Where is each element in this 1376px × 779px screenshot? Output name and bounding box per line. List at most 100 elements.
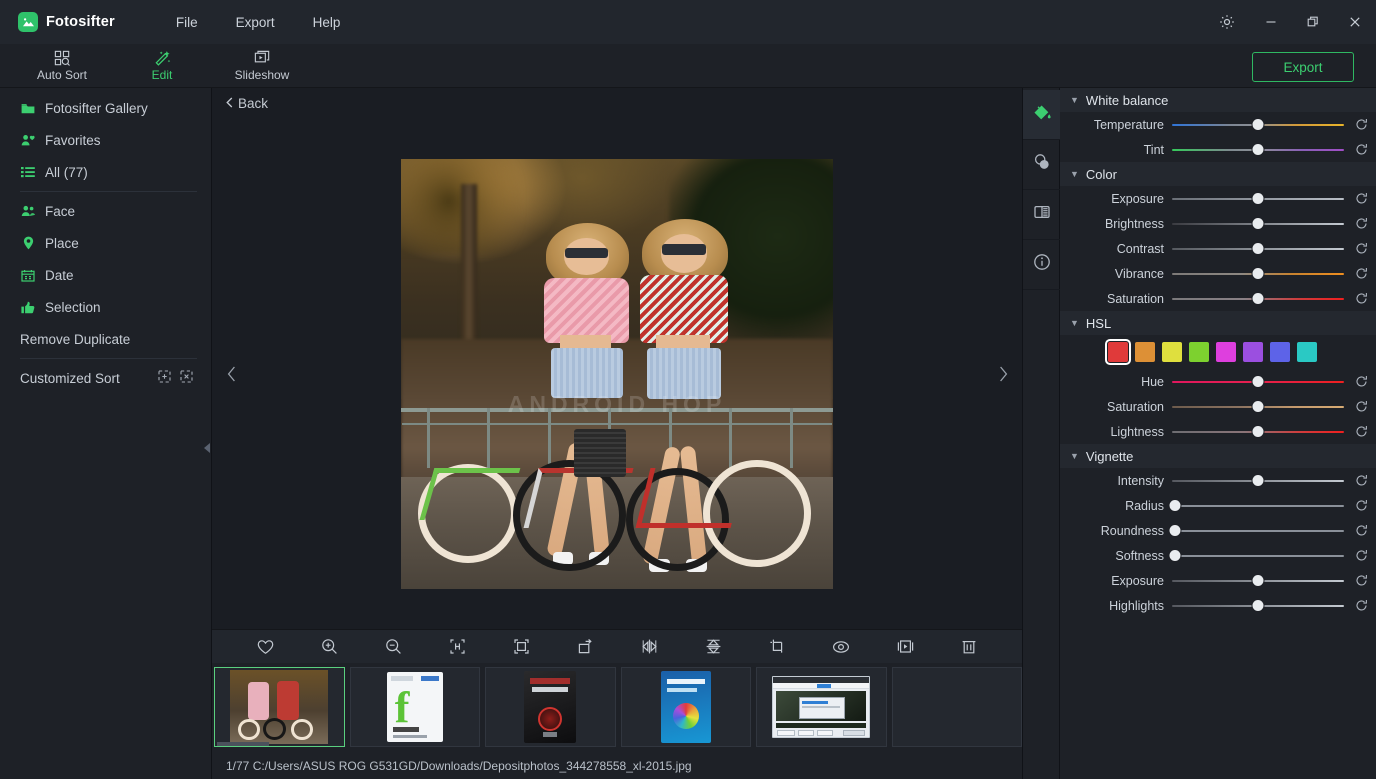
reset-icon[interactable] xyxy=(1352,375,1370,388)
rail-compare[interactable] xyxy=(1023,190,1061,240)
rotate-right-icon[interactable] xyxy=(574,636,596,658)
minimize-icon[interactable] xyxy=(1250,0,1292,44)
collapse-left-icon[interactable] xyxy=(203,426,212,470)
section-header-hsl[interactable]: ▼ HSL xyxy=(1060,311,1376,335)
vignette-highlights-slider[interactable] xyxy=(1172,599,1344,613)
play-frame-icon[interactable] xyxy=(894,636,916,658)
exposure-slider[interactable] xyxy=(1172,192,1344,206)
center-pane: Back f 1/77 C:/Users/ASUS ROG G531GD/Dow… xyxy=(212,88,1022,779)
reset-icon[interactable] xyxy=(1352,549,1370,562)
back-button[interactable]: Back xyxy=(226,96,268,111)
thumbnail-driver-booster-pro-box[interactable] xyxy=(485,667,616,747)
contrast-slider[interactable] xyxy=(1172,242,1344,256)
thumbnail-two-girls-bicycles[interactable] xyxy=(214,667,345,747)
thumbnail-partial[interactable] xyxy=(891,667,1022,747)
saturation-slider[interactable] xyxy=(1172,292,1344,306)
vignette-exposure-slider[interactable] xyxy=(1172,574,1344,588)
reset-icon[interactable] xyxy=(1352,143,1370,156)
rail-effects[interactable] xyxy=(1023,140,1061,190)
reset-icon[interactable] xyxy=(1352,292,1370,305)
thumbnail-color-wheel-box[interactable] xyxy=(620,667,751,747)
menu-file[interactable]: File xyxy=(157,9,217,36)
vignette-softness-slider[interactable] xyxy=(1169,549,1344,563)
reset-icon[interactable] xyxy=(1352,599,1370,612)
reset-icon[interactable] xyxy=(1352,474,1370,487)
sidebar-item-fotosifter-gallery[interactable]: Fotosifter Gallery xyxy=(0,92,211,124)
brightness-slider[interactable] xyxy=(1172,217,1344,231)
reset-icon[interactable] xyxy=(1352,242,1370,255)
restore-icon[interactable] xyxy=(1292,0,1334,44)
rail-adjust-color[interactable] xyxy=(1023,90,1061,140)
window-controls xyxy=(1204,0,1376,44)
swatch-cyan[interactable] xyxy=(1297,342,1317,362)
reset-icon[interactable] xyxy=(1352,118,1370,131)
reset-icon[interactable] xyxy=(1352,192,1370,205)
zoom-in-icon[interactable] xyxy=(318,636,340,658)
sidebar-item-date[interactable]: Date xyxy=(0,259,211,291)
reset-icon[interactable] xyxy=(1352,574,1370,587)
reset-icon[interactable] xyxy=(1352,267,1370,280)
slider-row-vignette-intensity: Intensity xyxy=(1060,468,1376,493)
vignette-radius-slider[interactable] xyxy=(1169,499,1344,513)
reset-icon[interactable] xyxy=(1352,524,1370,537)
swatch-red[interactable] xyxy=(1105,339,1131,365)
next-image-button[interactable] xyxy=(990,357,1016,391)
sidebar-item-selection[interactable]: Selection xyxy=(0,291,211,323)
heart-icon[interactable] xyxy=(254,636,276,658)
mode-auto-sort[interactable]: Auto Sort xyxy=(12,44,112,88)
vibrance-slider[interactable] xyxy=(1172,267,1344,281)
gear-icon[interactable] xyxy=(1204,0,1250,44)
swatch-blue[interactable] xyxy=(1270,342,1290,362)
add-sort-icon[interactable] xyxy=(158,370,171,386)
vignette-intensity-slider[interactable] xyxy=(1172,474,1344,488)
flip-horizontal-icon[interactable] xyxy=(638,636,660,658)
slider-row-lightness: Lightness xyxy=(1060,419,1376,444)
swatch-magenta[interactable] xyxy=(1216,342,1236,362)
zoom-out-icon[interactable] xyxy=(382,636,404,658)
sidebar-item-customized-sort[interactable]: Customized Sort xyxy=(0,362,211,394)
actual-size-icon[interactable] xyxy=(446,636,468,658)
temperature-slider[interactable] xyxy=(1172,118,1344,132)
reset-icon[interactable] xyxy=(1352,425,1370,438)
close-icon[interactable] xyxy=(1334,0,1376,44)
tint-slider[interactable] xyxy=(1172,143,1344,157)
split-compare-icon xyxy=(1032,202,1052,227)
sidebar-item-remove-duplicate[interactable]: Remove Duplicate xyxy=(0,323,211,355)
reset-icon[interactable] xyxy=(1352,400,1370,413)
menu-help[interactable]: Help xyxy=(294,9,360,36)
trash-icon[interactable] xyxy=(958,636,980,658)
eye-icon[interactable] xyxy=(830,636,852,658)
rail-info[interactable] xyxy=(1023,240,1061,290)
previous-image-button[interactable] xyxy=(218,357,244,391)
sidebar-item-place[interactable]: Place xyxy=(0,227,211,259)
fit-screen-icon[interactable] xyxy=(510,636,532,658)
crop-icon[interactable] xyxy=(766,636,788,658)
thumbnail-video-converter-screenshot[interactable] xyxy=(756,667,887,747)
swatch-green[interactable] xyxy=(1189,342,1209,362)
sidebar-item-face[interactable]: Face xyxy=(0,195,211,227)
sidebar-item-favorites[interactable]: Favorites xyxy=(0,124,211,156)
filmstrip-scrollbar[interactable] xyxy=(217,742,269,746)
swatch-yellow[interactable] xyxy=(1162,342,1182,362)
lightness-slider[interactable] xyxy=(1172,425,1344,439)
mode-edit[interactable]: Edit xyxy=(112,44,212,88)
mode-slideshow[interactable]: Slideshow xyxy=(212,44,312,88)
flip-vertical-icon[interactable] xyxy=(702,636,724,658)
sidebar-item-all[interactable]: All (77) xyxy=(0,156,211,188)
reset-icon[interactable] xyxy=(1352,499,1370,512)
section-header-color[interactable]: ▼ Color xyxy=(1060,162,1376,186)
section-header-white-balance[interactable]: ▼ White balance xyxy=(1060,88,1376,112)
status-bar: 1/77 C:/Users/ASUS ROG G531GD/Downloads/… xyxy=(212,753,1022,779)
reset-icon[interactable] xyxy=(1352,217,1370,230)
vignette-roundness-slider[interactable] xyxy=(1169,524,1344,538)
menu-export[interactable]: Export xyxy=(217,9,294,36)
filmstrip[interactable]: f xyxy=(212,663,1022,753)
swatch-purple[interactable] xyxy=(1243,342,1263,362)
section-header-vignette[interactable]: ▼ Vignette xyxy=(1060,444,1376,468)
export-button[interactable]: Export xyxy=(1252,52,1354,82)
remove-sort-icon[interactable] xyxy=(180,370,193,386)
thumbnail-f-logo-box[interactable]: f xyxy=(349,667,480,747)
swatch-orange[interactable] xyxy=(1135,342,1155,362)
hue-slider[interactable] xyxy=(1172,375,1344,389)
hsl-saturation-slider[interactable] xyxy=(1172,400,1344,414)
